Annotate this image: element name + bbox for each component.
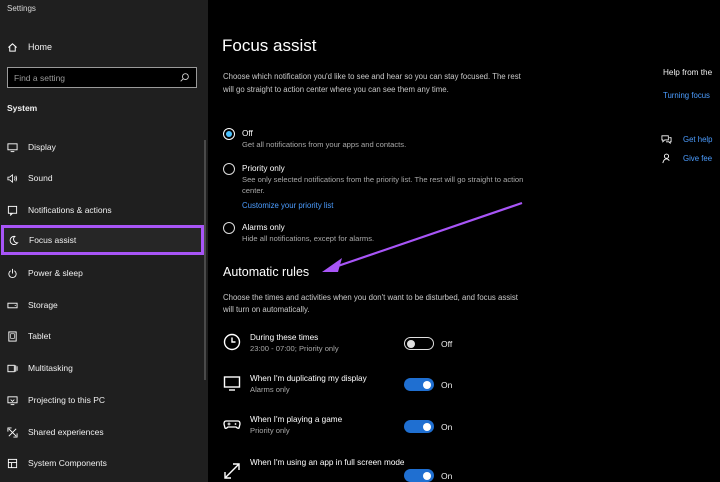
help-link[interactable]: Turning focus [663,91,710,100]
sidebar-item-label: Projecting to this PC [28,395,106,405]
sidebar-item-label: Display [28,142,56,152]
gamepad-icon [222,414,242,434]
give-feedback-label: Give fee [683,154,713,163]
radio-title: Off [242,129,253,138]
main-content: Focus assist Choose which notification y… [208,0,720,482]
clock-icon [222,332,242,352]
sidebar-item-multitasking[interactable]: Multitasking [0,355,208,381]
notifications-icon [7,205,18,216]
toggle-state-label: Off [441,339,453,349]
sidebar-item-label: Tablet [28,331,51,341]
shared-icon [7,426,18,438]
sidebar-item-label: System Components [28,458,107,468]
toggle-knob [423,422,431,431]
rule-subtitle: 23:00 - 07:00; Priority only [250,344,339,353]
multitasking-icon [7,363,18,374]
sidebar-item-label: Multitasking [28,363,73,373]
chat-icon [661,135,672,145]
radio-off[interactable]: Off Get all notifications from your apps… [223,128,532,150]
get-help-link[interactable]: Get help [661,134,712,145]
display-icon [7,142,18,153]
storage-icon [7,300,18,311]
sidebar-item-sound[interactable]: Sound [0,165,208,191]
radio-title: Alarms only [242,223,285,232]
sidebar-item-label: Storage [28,300,58,310]
radio-title: Priority only [242,164,285,173]
toggle-during-these-times[interactable] [404,337,434,350]
rule-title: When I'm using an app in full screen mod… [250,458,405,467]
sidebar-scrollbar[interactable] [204,140,206,380]
sidebar-item-label: Power & sleep [28,268,83,278]
sidebar-item-notifications[interactable]: Notifications & actions [0,197,208,223]
sidebar-item-power-sleep[interactable]: Power & sleep [0,260,208,286]
toggle-state-label: On [441,471,453,481]
rule-title: During these times [250,333,319,342]
sidebar-item-projecting[interactable]: Projecting to this PC [0,387,208,413]
components-icon [7,458,18,469]
sidebar-item-focus-assist[interactable]: Focus assist [1,225,204,255]
toggle-full-screen-app[interactable] [404,469,434,482]
toggle-state-label: On [441,380,453,390]
home-label: Home [28,42,53,52]
toggle-duplicating-display[interactable] [404,378,434,391]
home-icon [7,42,18,53]
tablet-icon [7,330,18,342]
help-section-title: Help from the [663,68,713,77]
automatic-rules-heading: Automatic rules [223,265,310,279]
feedback-icon [662,153,670,164]
moon-icon [8,235,19,246]
radio-alarms-only[interactable]: Alarms only Hide all notifications, exce… [223,222,532,244]
radio-button-selected[interactable] [223,128,235,140]
sidebar-item-shared-experiences[interactable]: Shared experiences [0,419,208,445]
monitor-icon [222,373,242,393]
customize-priority-link[interactable]: Customize your priority list [242,201,333,210]
automatic-rules-description: Choose the times and activities when you… [223,293,518,314]
sidebar-item-tablet[interactable]: Tablet [0,323,208,349]
sidebar-item-label: Notifications & actions [28,205,112,215]
section-label: System [7,103,38,113]
toggle-knob [423,471,431,480]
search-icon[interactable] [179,72,190,83]
give-feedback-link[interactable]: Give fee [661,153,712,164]
sidebar-item-display[interactable]: Display [0,134,208,160]
toggle-knob [407,339,415,348]
radio-priority-only[interactable]: Priority only See only selected notifica… [223,163,532,196]
radio-description: See only selected notifications from the… [242,175,524,195]
sidebar: Settings Home System Display Sound Notif… [0,0,208,482]
toggle-state-label: On [441,422,453,432]
sidebar-item-label: Sound [28,173,53,183]
rule-subtitle: Priority only [250,426,290,435]
radio-button[interactable] [223,163,235,175]
search-box[interactable] [7,67,197,88]
sound-icon [7,173,18,184]
rule-title: When I'm duplicating my display [250,374,367,383]
sidebar-item-system-components[interactable]: System Components [0,450,208,476]
search-input[interactable] [14,72,179,83]
home-nav-item[interactable]: Home [0,36,208,58]
page-description: Choose which notification you'd like to … [223,72,521,94]
power-icon [7,268,18,279]
toggle-playing-game[interactable] [404,420,434,433]
projecting-icon [7,395,18,406]
radio-description: Hide all notifications, except for alarm… [242,234,375,243]
radio-button[interactable] [223,222,235,234]
fullscreen-icon [222,461,242,481]
sidebar-item-label: Focus assist [29,235,77,245]
sidebar-item-label: Shared experiences [28,427,104,437]
rule-title: When I'm playing a game [250,415,343,424]
get-help-label: Get help [683,135,713,144]
radio-description: Get all notifications from your apps and… [242,140,407,149]
rule-subtitle: Alarms only [250,385,290,394]
app-title: Settings [7,4,36,13]
toggle-knob [423,380,431,389]
sidebar-item-storage[interactable]: Storage [0,292,208,318]
page-title: Focus assist [222,36,317,55]
